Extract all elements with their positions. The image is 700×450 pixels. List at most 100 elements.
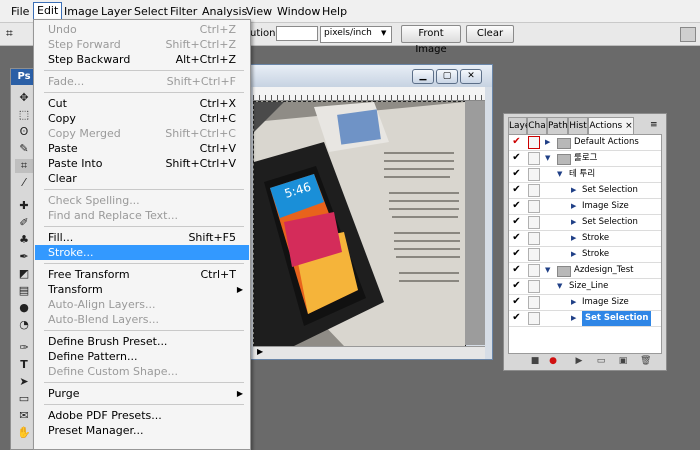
menu-item-step-forward[interactable]: Step Forward Shift+Ctrl+Z [35,37,249,52]
tab-history[interactable]: Hist [568,117,588,135]
check-icon[interactable]: ✔ [511,264,522,276]
clear-button[interactable]: Clear [466,25,514,43]
menu-window[interactable]: Window [274,4,323,19]
lasso-tool-icon[interactable]: ʘ [15,125,33,139]
expand-arrow-icon[interactable]: ▶ [571,295,576,310]
check-icon[interactable]: ✔ [511,312,522,324]
menu-item-define-pattern[interactable]: Define Pattern... [35,349,249,364]
menu-item-fill[interactable]: Fill... Shift+F5 [35,230,249,245]
menu-item-purge[interactable]: Purge ▶ [35,386,249,401]
list-item[interactable]: ✔ ▶ Default Actions [509,135,661,151]
menu-item-pdf-presets[interactable]: Adobe PDF Presets... [35,408,249,423]
move-tool-icon[interactable]: ✥ [15,91,33,105]
tab-channels[interactable]: Cha [527,117,547,135]
unit-select[interactable]: pixels/inch ▼ [320,26,392,43]
menu-item-cut[interactable]: Cut Ctrl+X [35,96,249,111]
menu-item-auto-blend[interactable]: Auto-Blend Layers... [35,312,249,327]
collapse-arrow-icon[interactable]: ▼ [557,167,562,182]
maximize-icon[interactable]: ▢ [436,69,458,84]
stop-icon[interactable]: ■ [530,356,540,366]
dialog-toggle-icon[interactable] [528,184,540,197]
list-item[interactable]: ✔ ▶ Stroke [509,247,661,263]
list-item[interactable]: ✔ ▼ Azdesign_Test [509,263,661,279]
resolution-field[interactable] [276,26,318,41]
menu-item-check-spelling[interactable]: Check Spelling... [35,193,249,208]
dialog-toggle-icon[interactable] [528,200,540,213]
check-icon[interactable]: ✔ [511,184,522,196]
dialog-toggle-icon[interactable] [528,248,540,261]
expand-arrow-icon[interactable]: ▶ [571,199,576,214]
list-item[interactable]: ✔ ▶ Image Size [509,199,661,215]
menu-item-transform[interactable]: Transform ▶ [35,282,249,297]
image-canvas[interactable]: 5:46 [253,101,466,347]
check-icon[interactable]: ✔ [511,168,522,180]
check-icon[interactable]: ✔ [511,232,522,244]
menu-item-undo[interactable]: Undo Ctrl+Z [35,22,249,37]
menu-item-clear[interactable]: Clear [35,171,249,186]
history-brush-icon[interactable]: ✒ [15,250,33,264]
panel-menu-icon[interactable]: ≡ [650,120,658,130]
menu-item-paste-into[interactable]: Paste Into Shift+Ctrl+V [35,156,249,171]
menu-view[interactable]: View [243,4,275,19]
tab-paths[interactable]: Path [547,117,568,135]
close-icon[interactable]: × [625,121,633,131]
menu-item-fade[interactable]: Fade... Shift+Ctrl+F [35,74,249,89]
check-icon[interactable]: ✔ [511,200,522,212]
list-item[interactable]: ✔ ▼ Size_Line [509,279,661,295]
type-tool-icon[interactable]: T [15,358,33,372]
menu-help[interactable]: Help [319,4,350,19]
menu-item-define-brush[interactable]: Define Brush Preset... [35,334,249,349]
menu-item-paste[interactable]: Paste Ctrl+V [35,141,249,156]
record-icon[interactable]: ● [548,356,558,366]
pen-tool-icon[interactable]: ✑ [15,341,33,355]
dialog-toggle-icon[interactable] [528,168,540,181]
menu-item-free-transform[interactable]: Free Transform Ctrl+T [35,267,249,282]
list-item[interactable]: ✔ ▼ 룰로그 [509,151,661,167]
list-item[interactable]: ✔ ▼ 테 투리 [509,167,661,183]
hand-tool-icon[interactable]: ✋ [15,426,33,440]
dialog-toggle-icon[interactable] [528,152,540,165]
new-action-icon[interactable]: ▣ [618,356,628,366]
collapse-arrow-icon[interactable]: ▼ [545,151,550,166]
eyedropper-tool-icon[interactable]: ⁄ [15,176,33,190]
tab-layers[interactable]: Laye [508,117,530,135]
dialog-toggle-icon[interactable] [528,232,540,245]
expand-arrow-icon[interactable]: ▶ [571,215,576,230]
marquee-tool-icon[interactable]: ⬚ [15,108,33,122]
check-icon[interactable]: ✔ [511,248,522,260]
panel-toggle-icon[interactable] [680,27,696,42]
blur-tool-icon[interactable]: ● [15,301,33,315]
collapse-arrow-icon[interactable]: ▼ [545,263,550,278]
expand-arrow-icon[interactable]: ▶ [545,135,550,150]
path-select-tool-icon[interactable]: ➤ [15,375,33,389]
menu-filter[interactable]: Filter [167,4,200,19]
expand-arrow-icon[interactable]: ▶ [571,311,576,326]
check-icon[interactable]: ✔ [511,152,522,164]
menu-item-copy[interactable]: Copy Ctrl+C [35,111,249,126]
crop-tool-icon[interactable]: ⌗ [15,159,33,173]
check-icon[interactable]: ✔ [511,216,522,228]
close-icon[interactable]: ✕ [460,69,482,84]
play-icon[interactable]: ▶ [574,356,584,366]
minimize-icon[interactable]: ▁ [412,69,434,84]
menu-image[interactable]: Image [61,4,101,19]
front-image-button[interactable]: Front Image [401,25,461,55]
expand-arrow-icon[interactable]: ▶ [571,183,576,198]
expand-arrow-icon[interactable]: ▶ [571,231,576,246]
expand-arrow-icon[interactable]: ▶ [571,247,576,262]
trash-icon[interactable]: 🗑 [640,356,651,366]
dodge-tool-icon[interactable]: ◔ [15,318,33,332]
menu-item-copy-merged[interactable]: Copy Merged Shift+Ctrl+C [35,126,249,141]
dialog-toggle-icon[interactable] [528,296,540,309]
healing-tool-icon[interactable]: ✚ [15,199,33,213]
notes-tool-icon[interactable]: ✉ [15,409,33,423]
list-item[interactable]: ✔ ▶ Image Size [509,295,661,311]
menu-item-define-shape[interactable]: Define Custom Shape... [35,364,249,379]
check-icon[interactable]: ✔ [511,296,522,308]
check-icon[interactable]: ✔ [511,136,522,148]
play-icon[interactable]: ▶ [257,347,263,356]
crop-tool-icon[interactable]: ⌗ [6,26,13,41]
check-icon[interactable]: ✔ [511,280,522,292]
list-item[interactable]: ✔ ▶ Set Selection [509,215,661,231]
dialog-toggle-icon[interactable] [528,280,540,293]
